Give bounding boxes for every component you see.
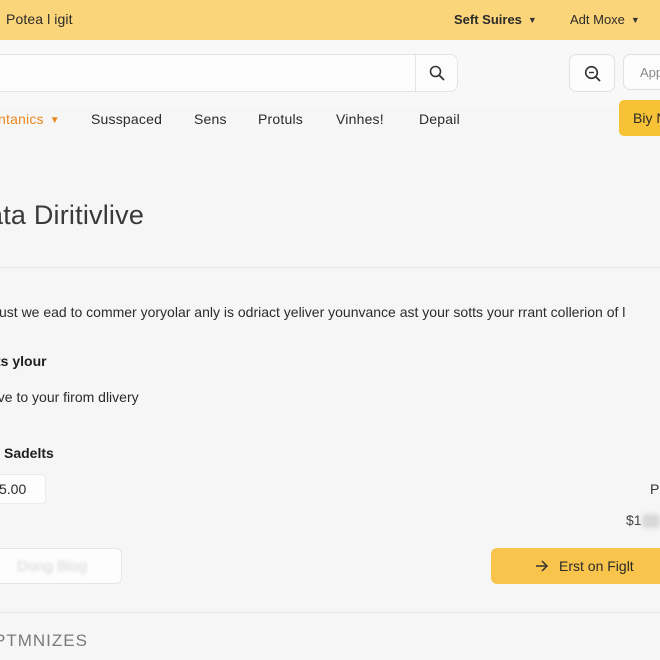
secondary-button[interactable]: Dong Blog xyxy=(0,548,122,584)
price-value: $1 xyxy=(626,512,642,528)
nav-item-vinhes[interactable]: Vinhes! xyxy=(336,111,384,127)
price-label: P xyxy=(650,481,660,497)
nav-item-ntanics[interactable]: ntanics ▼ xyxy=(0,111,60,127)
section-heading: ts ylour xyxy=(0,353,47,369)
divider xyxy=(0,612,660,613)
brand-logo[interactable]: Potea l igit xyxy=(6,11,73,27)
price-field[interactable] xyxy=(0,474,46,504)
blurred-value xyxy=(642,514,660,528)
top-menu-1-label: Seft Suires xyxy=(454,12,522,27)
secondary-button-label: Dong Blog xyxy=(17,558,88,575)
main-nav: ntanics ▼ Susspaced Sens Protuls Vinhes! … xyxy=(0,98,660,140)
search-row: App xyxy=(0,40,660,106)
page-title: ata Diritivlive xyxy=(0,200,145,230)
chevron-down-icon: ▼ xyxy=(527,15,537,25)
top-menu-1[interactable]: Seft Suires ▼ xyxy=(454,12,537,27)
arrow-right-icon xyxy=(535,548,549,597)
search-icon xyxy=(429,65,445,81)
chevron-down-icon: ▼ xyxy=(49,115,60,126)
page: Potea l igit Seft Suires ▼ Adt Moxe ▼ App xyxy=(0,0,660,660)
nav-item-protuls[interactable]: Protuls xyxy=(258,111,303,127)
nav-item-depail[interactable]: Depail xyxy=(419,111,460,127)
section-text: eve to your firom dlivery xyxy=(0,389,139,405)
nav-item-sens[interactable]: Sens xyxy=(194,111,227,127)
buy-button[interactable]: Biy N xyxy=(619,100,660,136)
nav-item-label: ntanics xyxy=(0,111,44,127)
chevron-down-icon: ▼ xyxy=(630,15,640,25)
primary-button[interactable]: Erst on Figlt xyxy=(491,548,660,584)
primary-button-label: Erst on Figlt xyxy=(559,558,634,574)
top-menu-2[interactable]: Adt Moxe ▼ xyxy=(570,12,640,27)
footer-heading: PTMNIZES xyxy=(0,631,88,650)
app-button[interactable]: App xyxy=(623,54,660,90)
search-divider xyxy=(415,55,416,91)
intro-text: sust we ead to commer yoryolar anly is o… xyxy=(0,304,626,320)
search-input[interactable] xyxy=(0,54,458,92)
top-bar: Potea l igit Seft Suires ▼ Adt Moxe ▼ xyxy=(0,0,660,40)
section-heading: Sadelts xyxy=(4,445,54,461)
zoom-icon xyxy=(584,65,600,81)
divider xyxy=(0,267,660,268)
zoom-button[interactable] xyxy=(569,54,615,92)
nav-item-susspaced[interactable]: Susspaced xyxy=(91,111,162,127)
top-menu-2-label: Adt Moxe xyxy=(570,12,625,27)
search-button[interactable] xyxy=(417,55,457,91)
